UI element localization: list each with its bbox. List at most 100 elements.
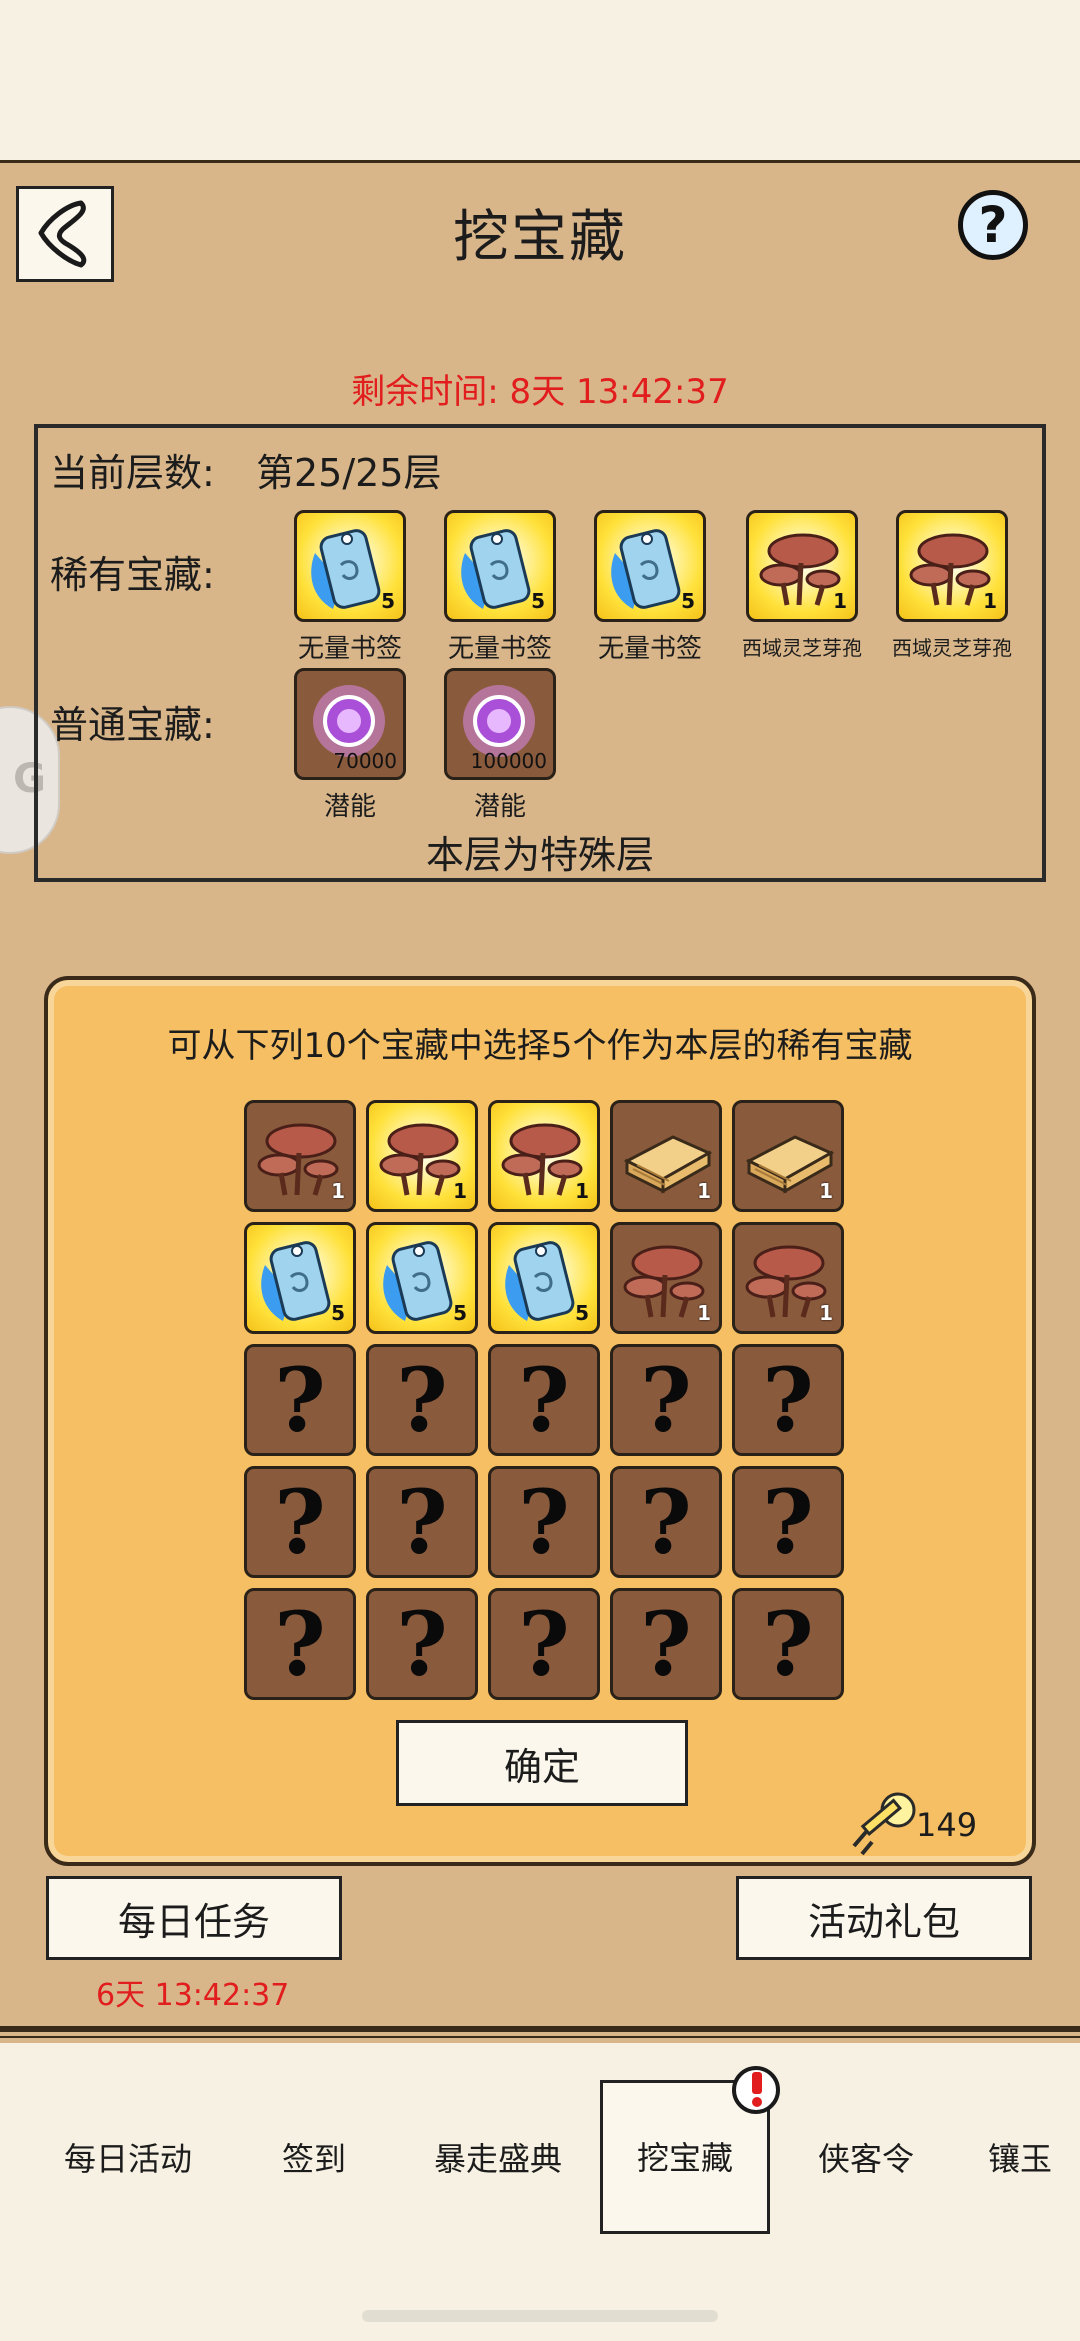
unknown-treasure-slot[interactable]: ? xyxy=(610,1466,722,1578)
item-name: 西域灵芝芽孢 xyxy=(892,636,1012,660)
unknown-treasure-slot[interactable]: ? xyxy=(244,1344,356,1456)
rare-item-lingzhi[interactable]: 1 xyxy=(746,510,858,622)
question-mark-icon: ? xyxy=(762,1348,814,1452)
item-qty: 70000 xyxy=(333,749,397,773)
status-bar-area xyxy=(0,0,1080,160)
question-mark-icon: ? xyxy=(396,1348,448,1452)
rare-treasure-label: 稀有宝藏: xyxy=(50,553,215,597)
question-mark-icon: ? xyxy=(274,1348,326,1452)
item-name: 无量书签 xyxy=(297,634,402,664)
treasure-option-bookmark[interactable]: 5 xyxy=(488,1222,600,1334)
tab-label: 挖宝藏 xyxy=(636,2139,733,2177)
item-qty: 1 xyxy=(331,1179,345,1203)
unknown-treasure-slot[interactable]: ? xyxy=(610,1344,722,1456)
question-mark-icon: ? xyxy=(274,1470,326,1574)
remaining-time: 剩余时间: 8天 13:42:37 xyxy=(351,372,729,412)
item-qty: 100000 xyxy=(470,749,547,773)
rare-item-lingzhi[interactable]: 1 xyxy=(896,510,1008,622)
rare-item-bookmark[interactable]: 5 xyxy=(594,510,706,622)
item-qty: 1 xyxy=(983,589,997,613)
panel-border-thin xyxy=(0,2036,1080,2038)
rare-item-bookmark[interactable]: 5 xyxy=(294,510,406,622)
item-qty: 1 xyxy=(453,1179,467,1203)
unknown-treasure-slot[interactable]: ? xyxy=(610,1588,722,1700)
key-count: 149 xyxy=(916,1806,978,1844)
item-name: 无量书签 xyxy=(597,634,702,664)
unknown-treasure-slot[interactable]: ? xyxy=(488,1588,600,1700)
item-qty: 1 xyxy=(833,589,847,613)
treasure-option-lingzhi[interactable]: 1 xyxy=(244,1100,356,1212)
unknown-treasure-slot[interactable]: ? xyxy=(366,1344,478,1456)
selection-panel: 可从下列10个宝藏中选择5个作为本层的稀有宝藏 1 1 1 1 1 5 5 5 1 1??????… xyxy=(44,976,1036,1866)
bottom-tab-bar: 每日活动 签到 暴走盛典 挖宝藏 侠客令 镶玉 xyxy=(0,2044,1080,2294)
treasure-option-bookmark[interactable]: 5 xyxy=(244,1222,356,1334)
special-floor-note: 本层为特殊层 xyxy=(425,833,654,877)
daily-task-button[interactable]: 每日任务 xyxy=(46,1876,342,1960)
confirm-button[interactable]: 确定 xyxy=(396,1720,688,1806)
gift-pack-button[interactable]: 活动礼包 xyxy=(736,1876,1032,1960)
treasure-option-lingzhi[interactable]: 1 xyxy=(488,1100,600,1212)
item-name: 无量书签 xyxy=(447,634,552,664)
item-qty: 5 xyxy=(531,589,545,613)
item-qty: 5 xyxy=(681,589,695,613)
question-mark-icon: ? xyxy=(762,1592,814,1696)
unknown-treasure-slot[interactable]: ? xyxy=(366,1588,478,1700)
unknown-treasure-slot[interactable]: ? xyxy=(488,1466,600,1578)
treasure-option-bookmark[interactable]: 5 xyxy=(366,1222,478,1334)
item-qty: 1 xyxy=(697,1301,711,1325)
normal-treasure-label: 普通宝藏: xyxy=(50,703,215,747)
panel-border xyxy=(0,2026,1080,2032)
question-mark-icon: ? xyxy=(978,196,1008,254)
item-qty: 5 xyxy=(575,1301,589,1325)
unknown-treasure-slot[interactable]: ? xyxy=(366,1466,478,1578)
question-mark-icon: ? xyxy=(396,1470,448,1574)
question-mark-icon: ? xyxy=(518,1348,570,1452)
tab-inlay-jade[interactable]: 镶玉 xyxy=(988,2134,1052,2180)
item-name: 潜能 xyxy=(323,792,376,822)
help-button[interactable]: ? xyxy=(958,190,1028,260)
item-qty: 5 xyxy=(331,1301,345,1325)
tab-xiake-ling[interactable]: 侠客令 xyxy=(818,2134,914,2180)
unknown-treasure-slot[interactable]: ? xyxy=(244,1588,356,1700)
question-mark-icon: ? xyxy=(274,1592,326,1696)
question-mark-icon: ? xyxy=(762,1470,814,1574)
question-mark-icon: ? xyxy=(640,1592,692,1696)
treasure-option-book[interactable]: 1 xyxy=(732,1100,844,1212)
rare-item-bookmark[interactable]: 5 xyxy=(444,510,556,622)
tab-sign-in[interactable]: 签到 xyxy=(282,2134,346,2180)
unknown-treasure-slot[interactable]: ? xyxy=(732,1466,844,1578)
unknown-treasure-slot[interactable]: ? xyxy=(732,1588,844,1700)
item-name: 潜能 xyxy=(473,792,526,822)
question-mark-icon: ? xyxy=(518,1470,570,1574)
floor-info-box: 当前层数: 第25/25层 稀有宝藏: 普通宝藏: 5 无量书签 5 无量书签 … xyxy=(34,424,1046,882)
treasure-option-book[interactable]: 1 xyxy=(610,1100,722,1212)
item-qty: 5 xyxy=(453,1301,467,1325)
unknown-treasure-slot[interactable]: ? xyxy=(488,1344,600,1456)
selection-instruction: 可从下列10个宝藏中选择5个作为本层的稀有宝藏 xyxy=(167,1026,913,1066)
item-qty: 1 xyxy=(819,1179,833,1203)
notification-alert-icon xyxy=(732,2066,780,2114)
daily-task-timer: 6天 13:42:37 xyxy=(96,1978,290,2013)
home-indicator xyxy=(362,2310,718,2322)
item-qty: 1 xyxy=(819,1301,833,1325)
treasure-option-lingzhi[interactable]: 1 xyxy=(610,1222,722,1334)
item-qty: 5 xyxy=(381,589,395,613)
question-mark-icon: ? xyxy=(518,1592,570,1696)
unknown-treasure-slot[interactable]: ? xyxy=(244,1466,356,1578)
floor-label: 当前层数: xyxy=(50,451,215,495)
question-mark-icon: ? xyxy=(396,1592,448,1696)
item-name: 西域灵芝芽孢 xyxy=(742,636,862,660)
normal-item-potential[interactable]: 100000 xyxy=(444,668,556,780)
unknown-treasure-slot[interactable]: ? xyxy=(732,1344,844,1456)
question-mark-icon: ? xyxy=(640,1348,692,1452)
normal-item-potential[interactable]: 70000 xyxy=(294,668,406,780)
page-title: 挖宝藏 xyxy=(453,205,627,270)
treasure-option-lingzhi[interactable]: 1 xyxy=(366,1100,478,1212)
item-qty: 1 xyxy=(575,1179,589,1203)
floor-value: 第25/25层 xyxy=(256,451,442,495)
tab-rampage-festival[interactable]: 暴走盛典 xyxy=(434,2134,562,2180)
tab-daily-activity[interactable]: 每日活动 xyxy=(64,2134,192,2180)
question-mark-icon: ? xyxy=(640,1470,692,1574)
treasure-option-lingzhi[interactable]: 1 xyxy=(732,1222,844,1334)
item-qty: 1 xyxy=(697,1179,711,1203)
